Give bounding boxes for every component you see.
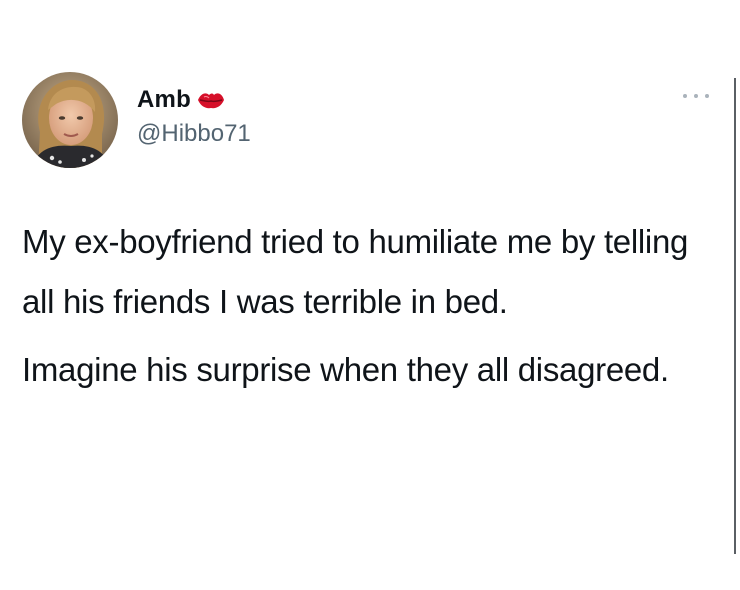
avatar-image xyxy=(22,72,118,168)
avatar[interactable] xyxy=(22,72,118,168)
tweet-text: My ex-boyfriend tried to humiliate me by… xyxy=(22,212,722,400)
more-dot xyxy=(705,94,709,98)
author-name-row: Amb xyxy=(137,85,226,115)
divider xyxy=(734,78,736,554)
more-dot xyxy=(683,94,687,98)
tweet-paragraph: My ex-boyfriend tried to humiliate me by… xyxy=(22,223,689,320)
kiss-lips-icon xyxy=(196,89,226,111)
tweet-paragraph: Imagine his surprise when they all disag… xyxy=(22,351,669,388)
more-dot xyxy=(694,94,698,98)
more-options-icon[interactable] xyxy=(683,90,709,102)
author-handle[interactable]: @Hibbo71 xyxy=(137,120,251,148)
tweet-card: Amb @Hibbo71 My ex-boyfriend tried to hu… xyxy=(0,0,740,590)
author-display-name[interactable]: Amb xyxy=(137,86,191,114)
